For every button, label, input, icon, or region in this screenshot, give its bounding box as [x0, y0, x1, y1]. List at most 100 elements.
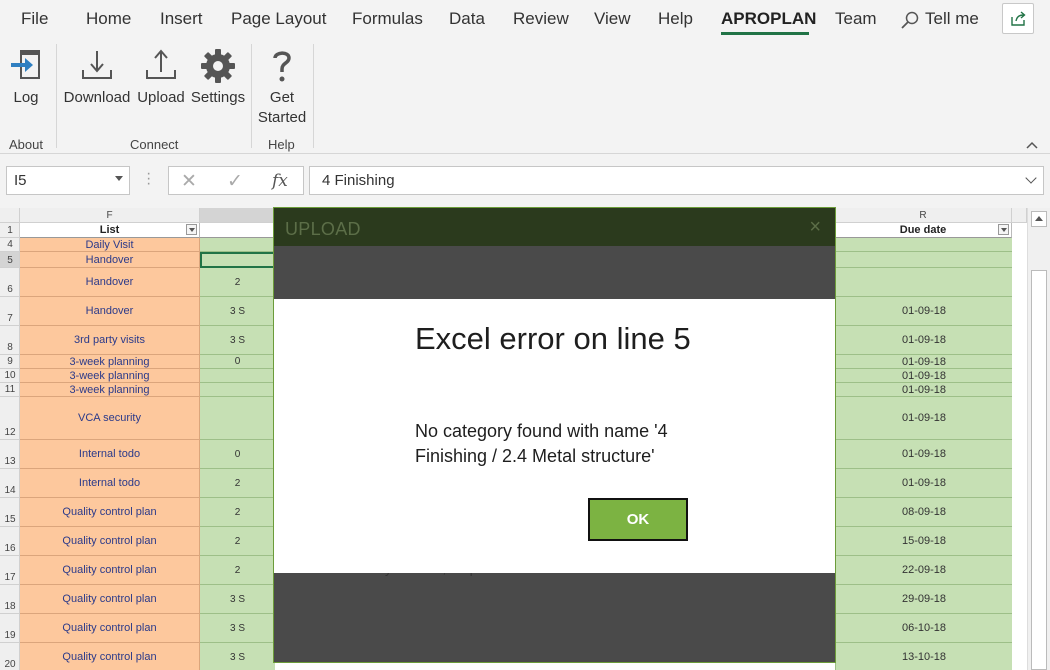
due-date-cell[interactable]: 08-09-18	[835, 498, 1012, 527]
grid-cell[interactable]: 3 S	[200, 326, 275, 355]
due-date-cell[interactable]: 22-09-18	[835, 556, 1012, 585]
selected-cell[interactable]	[200, 252, 275, 268]
menu-data[interactable]: Data	[449, 9, 485, 29]
due-date-cell[interactable]: 29-09-18	[835, 585, 1012, 614]
due-date-cell[interactable]: 01-09-18	[835, 383, 1012, 397]
close-icon[interactable]: ×	[809, 216, 821, 239]
menu-page-layout[interactable]: Page Layout	[231, 9, 326, 29]
grid-cell[interactable]: 0	[200, 440, 275, 469]
grid-cell[interactable]: 0	[200, 355, 275, 369]
list-cell[interactable]: 3-week planning	[20, 355, 200, 369]
row-header[interactable]: 20	[0, 643, 20, 670]
row-header[interactable]: 7	[0, 297, 20, 326]
list-cell[interactable]: 3-week planning	[20, 383, 200, 397]
row-header[interactable]: 11	[0, 383, 20, 397]
menu-team[interactable]: Team	[835, 9, 877, 29]
grid-cell[interactable]: 2	[200, 469, 275, 498]
list-cell[interactable]: Handover	[20, 268, 200, 297]
grid-cell[interactable]: 3 S	[200, 297, 275, 326]
grid-cell[interactable]	[200, 369, 275, 383]
due-date-cell[interactable]: 06-10-18	[835, 614, 1012, 643]
menu-review[interactable]: Review	[513, 9, 569, 29]
due-date-cell[interactable]: 01-09-18	[835, 469, 1012, 498]
menu-aproplan[interactable]: APROPLAN	[721, 9, 816, 29]
scroll-up-icon[interactable]	[1031, 211, 1047, 227]
due-date-cell[interactable]: 01-09-18	[835, 440, 1012, 469]
cancel-icon[interactable]: ✕	[181, 170, 197, 193]
menu-insert[interactable]: Insert	[160, 9, 203, 29]
row-header[interactable]: 14	[0, 469, 20, 498]
row-header[interactable]: 19	[0, 614, 20, 643]
list-cell[interactable]: VCA security	[20, 397, 200, 440]
insert-function-icon[interactable]: fx	[272, 171, 288, 191]
menu-home[interactable]: Home	[86, 9, 131, 29]
list-cell[interactable]: Handover	[20, 297, 200, 326]
list-cell[interactable]: Daily Visit	[20, 238, 200, 252]
list-cell[interactable]: Quality control plan	[20, 585, 200, 614]
grid-cell[interactable]: 3 S	[200, 614, 275, 643]
menu-file[interactable]: File	[21, 9, 48, 29]
column-header-next[interactable]	[1012, 208, 1027, 223]
vertical-scrollbar[interactable]	[1027, 208, 1050, 670]
due-date-cell[interactable]: 01-09-18	[835, 326, 1012, 355]
grid-cell[interactable]: 3 S	[200, 643, 275, 670]
search-icon[interactable]	[900, 10, 920, 30]
filter-dropdown-icon[interactable]	[998, 224, 1009, 235]
list-cell[interactable]: Internal todo	[20, 469, 200, 498]
get-started-button[interactable]: Get Started	[254, 44, 310, 128]
upload-button[interactable]: Upload	[136, 44, 186, 108]
grid-cell[interactable]: 2	[200, 498, 275, 527]
list-cell[interactable]: Handover	[20, 252, 200, 268]
menu-view[interactable]: View	[594, 9, 631, 29]
settings-button[interactable]: Settings	[190, 44, 246, 108]
formula-input[interactable]: 4 Finishing	[309, 166, 1044, 195]
column-header-f[interactable]: F	[20, 208, 200, 223]
name-box[interactable]: I5	[6, 166, 130, 195]
row-header[interactable]: 8	[0, 326, 20, 355]
row-header[interactable]: 16	[0, 527, 20, 556]
grid-cell[interactable]	[200, 383, 275, 397]
due-date-cell[interactable]: 13-10-18	[835, 643, 1012, 670]
list-cell[interactable]: Quality control plan	[20, 556, 200, 585]
row-header[interactable]: 4	[0, 238, 20, 252]
tell-me-input[interactable]: Tell me	[925, 9, 979, 29]
row-header[interactable]: 9	[0, 355, 20, 369]
download-button[interactable]: Download	[62, 44, 132, 108]
due-date-cell[interactable]	[835, 238, 1012, 252]
ok-button[interactable]: OK	[588, 498, 688, 541]
grid-cell[interactable]: 3 S	[200, 585, 275, 614]
due-date-cell[interactable]: 01-09-18	[835, 397, 1012, 440]
collapse-ribbon-icon[interactable]	[1026, 138, 1038, 152]
list-cell[interactable]: 3-week planning	[20, 369, 200, 383]
due-date-cell[interactable]	[835, 268, 1012, 297]
list-cell[interactable]: 3rd party visits	[20, 326, 200, 355]
scrollbar-thumb[interactable]	[1031, 270, 1047, 670]
row-header[interactable]: 17	[0, 556, 20, 585]
share-button[interactable]	[1002, 3, 1034, 34]
row-header[interactable]: 15	[0, 498, 20, 527]
corner-header[interactable]	[0, 208, 20, 223]
grid-cell[interactable]: 2	[200, 527, 275, 556]
due-date-cell[interactable]: 01-09-18	[835, 369, 1012, 383]
check-icon[interactable]: ✓	[227, 170, 243, 193]
row-header[interactable]: 1	[0, 223, 20, 238]
due-date-cell[interactable]	[835, 252, 1012, 268]
filter-dropdown-icon[interactable]	[186, 224, 197, 235]
grid-cell[interactable]: 2	[200, 268, 275, 297]
menu-formulas[interactable]: Formulas	[352, 9, 423, 29]
expand-formula-icon[interactable]	[1025, 172, 1037, 184]
list-cell[interactable]: Quality control plan	[20, 643, 200, 670]
list-cell[interactable]: Internal todo	[20, 440, 200, 469]
chevron-down-icon[interactable]	[115, 176, 123, 181]
log-button[interactable]: Log	[6, 44, 46, 108]
row-header[interactable]: 6	[0, 268, 20, 297]
row-header[interactable]: 10	[0, 369, 20, 383]
grid-cell[interactable]	[200, 238, 275, 252]
list-cell[interactable]: Quality control plan	[20, 498, 200, 527]
due-date-cell[interactable]: 01-09-18	[835, 297, 1012, 326]
list-cell[interactable]: Quality control plan	[20, 614, 200, 643]
list-cell[interactable]: Quality control plan	[20, 527, 200, 556]
due-date-cell[interactable]: 15-09-18	[835, 527, 1012, 556]
menu-help[interactable]: Help	[658, 9, 693, 29]
row-header[interactable]: 13	[0, 440, 20, 469]
